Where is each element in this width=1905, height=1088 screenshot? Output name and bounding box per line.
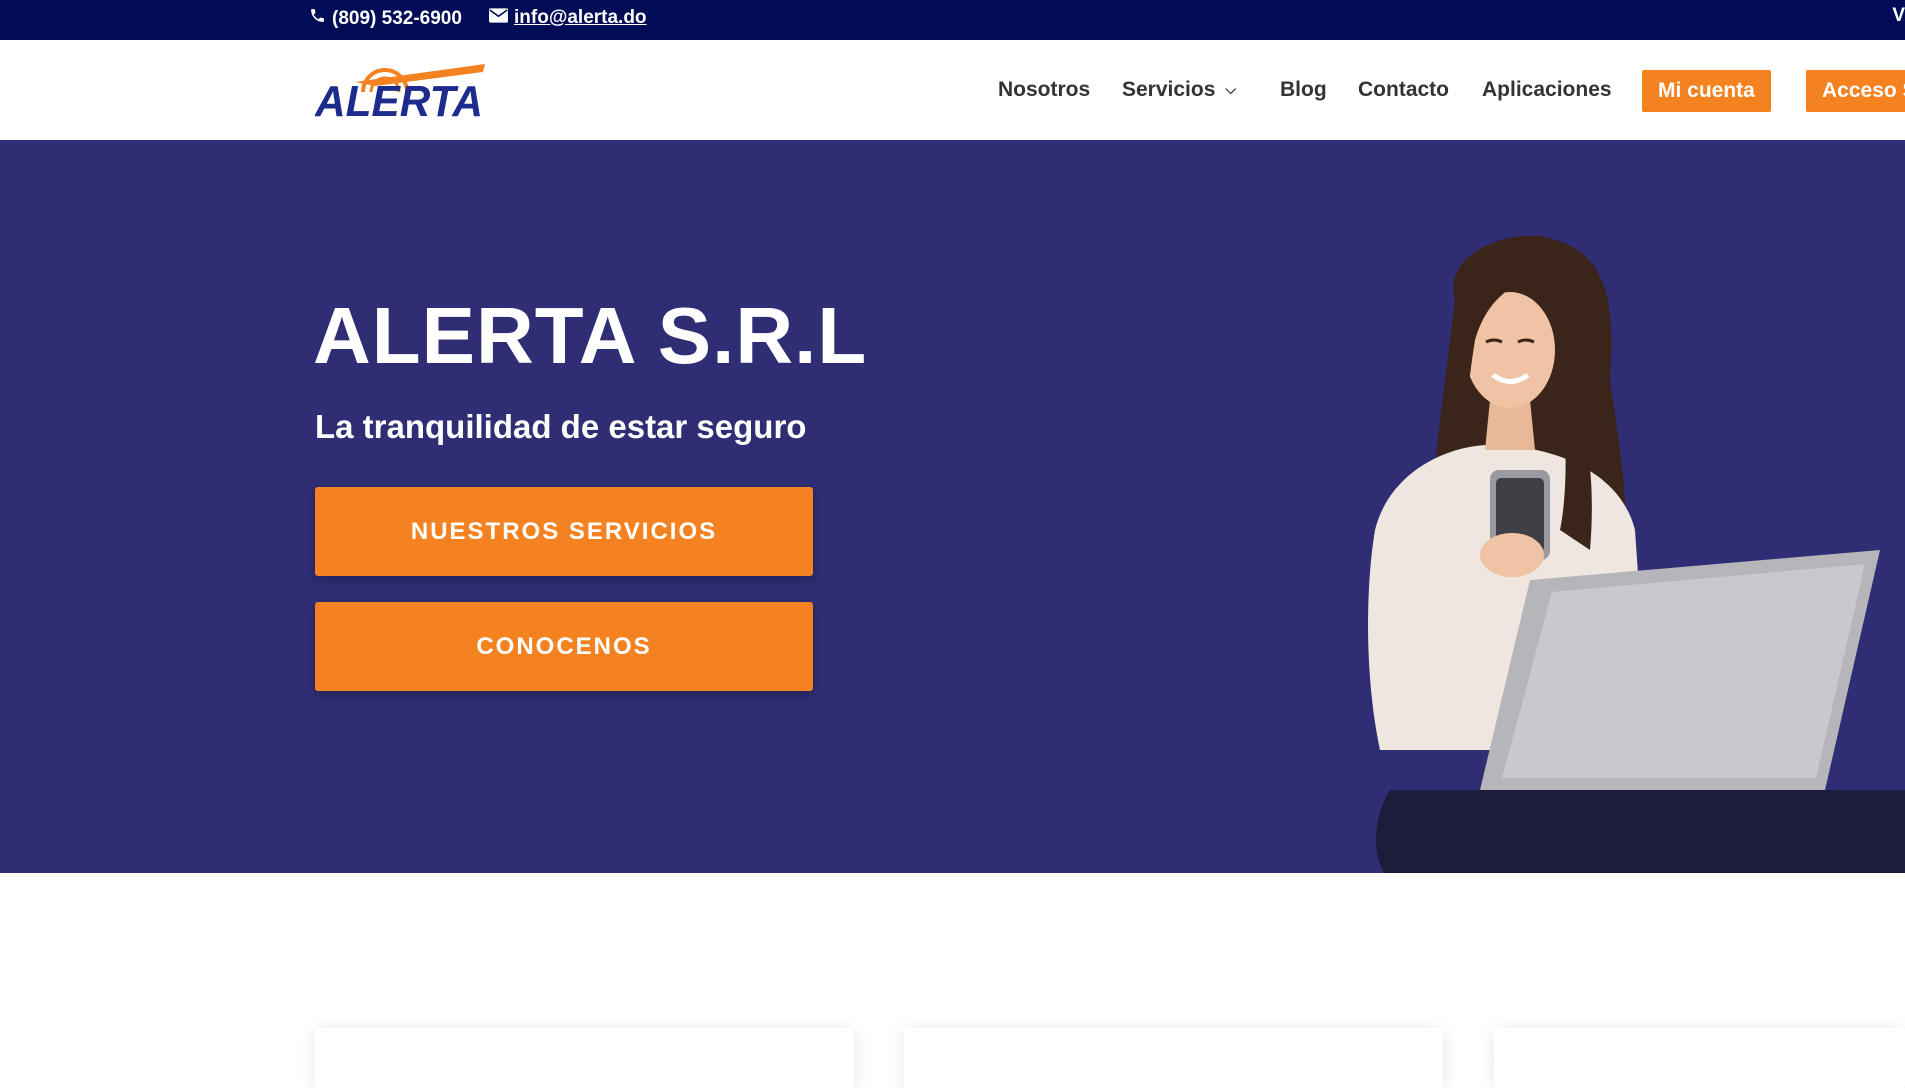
nav-aplicaciones[interactable]: Aplicaciones xyxy=(1482,78,1612,102)
hero-section: ALERTA S.R.L La tranquilidad de estar se… xyxy=(0,140,1905,873)
chevron-down-icon: ⌵ xyxy=(1225,81,1237,97)
svg-text:ALERTA: ALERTA xyxy=(315,77,483,118)
hero-subtitle: La tranquilidad de estar seguro xyxy=(315,408,807,445)
envelope-icon xyxy=(489,7,508,29)
service-card xyxy=(1494,1028,1905,1088)
nav-contacto[interactable]: Contacto xyxy=(1358,78,1449,102)
phone-contact[interactable]: (809) 532-6900 xyxy=(309,7,462,30)
hero-title: ALERTA S.R.L xyxy=(313,291,868,380)
phone-icon xyxy=(309,7,326,30)
service-card xyxy=(315,1028,854,1088)
my-account-button[interactable]: Mi cuenta xyxy=(1642,70,1771,112)
alerta-logo[interactable]: ALERTA xyxy=(314,62,485,126)
woman-with-phone-and-laptop-image xyxy=(1368,235,1905,873)
access-button[interactable]: Acceso S xyxy=(1806,70,1905,112)
phone-number: (809) 532-6900 xyxy=(332,7,462,29)
site-header: ALERTA Nosotros Servicios ⌵ Blog Contacto… xyxy=(0,40,1905,140)
nav-servicios[interactable]: Servicios ⌵ xyxy=(1122,78,1236,102)
service-card xyxy=(904,1028,1443,1088)
nav-servicios-label: Servicios xyxy=(1122,78,1216,101)
about-us-button[interactable]: CONOCENOS xyxy=(315,602,813,691)
services-button[interactable]: NUESTROS SERVICIOS xyxy=(315,487,813,576)
top-contact-bar: (809) 532-6900 info@alerta.do V xyxy=(0,0,1905,40)
email-link[interactable]: info@alerta.do xyxy=(514,7,647,29)
nav-blog[interactable]: Blog xyxy=(1280,78,1327,102)
nav-nosotros[interactable]: Nosotros xyxy=(998,78,1090,102)
topbar-cutoff-text: V xyxy=(1892,5,1905,26)
email-contact[interactable]: info@alerta.do xyxy=(489,7,647,29)
